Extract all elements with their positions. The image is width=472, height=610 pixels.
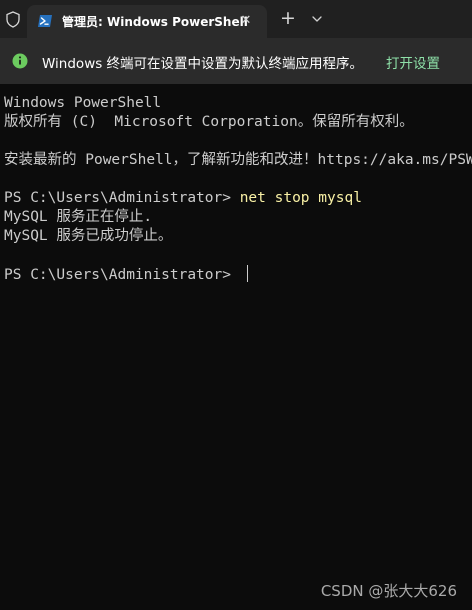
terminal-line: MySQL 服务已成功停止。 bbox=[4, 228, 173, 244]
terminal-line: 版权所有 (C) Microsoft Corporation。保留所有权利。 bbox=[4, 114, 414, 130]
terminal-line: MySQL 服务正在停止. bbox=[4, 209, 153, 225]
chevron-down-icon[interactable] bbox=[306, 8, 328, 30]
terminal-line: Windows PowerShell bbox=[4, 95, 162, 111]
shield-icon bbox=[6, 11, 20, 28]
info-message: Windows 终端可在设置中设置为默认终端应用程序。 bbox=[42, 56, 364, 72]
watermark: CSDN @张大大626 bbox=[320, 582, 457, 600]
active-prompt-line[interactable]: PS C:\Users\Administrator> bbox=[4, 265, 472, 284]
powershell-icon bbox=[38, 15, 52, 27]
command-line: PS C:\Users\Administrator> net stop mysq… bbox=[4, 189, 472, 208]
prompt: PS C:\Users\Administrator> bbox=[4, 190, 240, 206]
tab-powershell[interactable]: 管理员: Windows PowerShell ✕ bbox=[27, 5, 267, 38]
tab-title: 管理员: Windows PowerShell bbox=[62, 15, 248, 29]
prompt: PS C:\Users\Administrator> bbox=[4, 267, 240, 283]
title-bar: 管理员: Windows PowerShell ✕ + bbox=[0, 0, 472, 38]
close-icon[interactable]: ✕ bbox=[236, 11, 256, 31]
terminal-output[interactable]: Windows PowerShell 版权所有 (C) Microsoft Co… bbox=[4, 94, 472, 594]
info-icon bbox=[12, 53, 28, 69]
command-text: net stop mysql bbox=[239, 190, 362, 206]
terminal-line: 安装最新的 PowerShell，了解新功能和改进！https://aka.ms… bbox=[4, 152, 472, 168]
info-bar: Windows 终端可在设置中设置为默认终端应用程序。 打开设置 bbox=[0, 38, 472, 84]
new-tab-button[interactable]: + bbox=[276, 8, 300, 30]
open-settings-link[interactable]: 打开设置 bbox=[386, 52, 440, 72]
text-cursor bbox=[246, 265, 249, 282]
